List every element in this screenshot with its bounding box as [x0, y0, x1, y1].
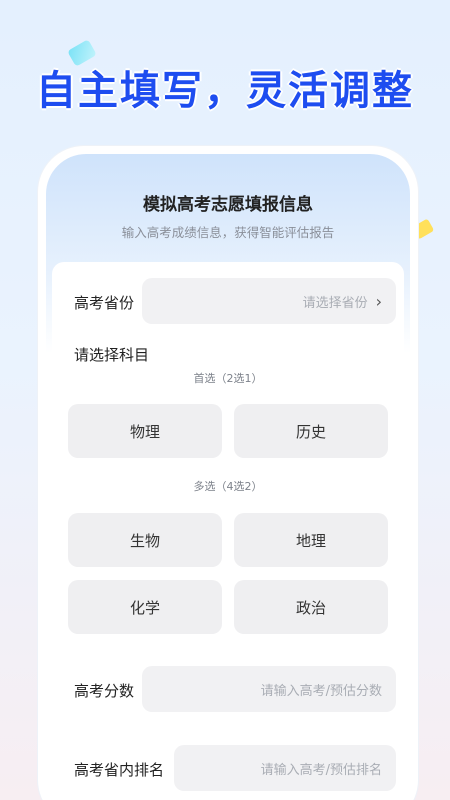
score-placeholder: 请输入高考/预估分数 [260, 683, 382, 699]
phone-frame: 模拟高考志愿填报信息 输入高考成绩信息，获得智能评估报告 高考省份 请选择省份 … [38, 146, 418, 800]
form-subtitle: 输入高考成绩信息，获得智能评估报告 [121, 225, 335, 240]
form-card: 高考省份 请选择省份 › 请选择科目 首选（2选1） 物理 历史 多选（4选2）… [52, 262, 404, 800]
rank-input[interactable]: 请输入高考/预估排名 [174, 745, 396, 791]
chevron-right-icon: › [375, 291, 382, 311]
phone-screen: 模拟高考志愿填报信息 输入高考成绩信息，获得智能评估报告 高考省份 请选择省份 … [46, 154, 410, 800]
subject-physics-button[interactable]: 物理 [68, 404, 222, 458]
subject-geography-button[interactable]: 地理 [234, 513, 388, 567]
subject-biology-button[interactable]: 生物 [68, 513, 222, 567]
province-label: 高考省份 [74, 294, 135, 312]
score-input[interactable]: 请输入高考/预估分数 [142, 666, 396, 712]
rank-placeholder: 请输入高考/预估排名 [260, 762, 382, 778]
score-label: 高考分数 [74, 682, 135, 700]
province-select[interactable]: 请选择省份 › [142, 278, 396, 324]
rank-label: 高考省内排名 [74, 761, 165, 779]
multi-hint: 多选（4选2） [193, 480, 263, 493]
subject-history-button[interactable]: 历史 [234, 404, 388, 458]
subject-chemistry-button[interactable]: 化学 [68, 580, 222, 634]
primary-hint: 首选（2选1） [193, 372, 263, 385]
form-title: 模拟高考志愿填报信息 [143, 195, 313, 215]
province-placeholder: 请选择省份 [302, 295, 368, 311]
headline: 自主填写，灵活调整 [36, 68, 414, 114]
subject-politics-button[interactable]: 政治 [234, 580, 388, 634]
subjects-label: 请选择科目 [74, 346, 150, 364]
